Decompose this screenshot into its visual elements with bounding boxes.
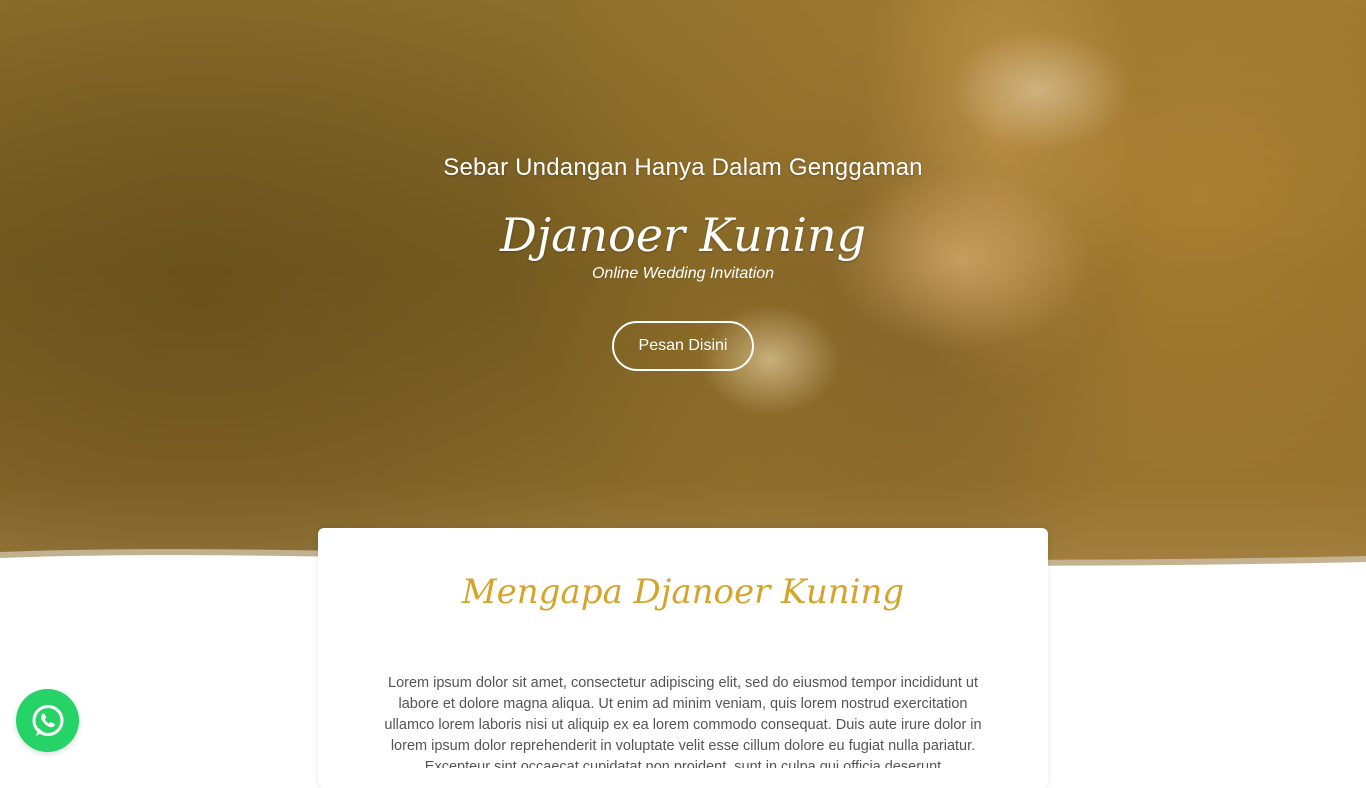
about-title: Mengapa Djanoer Kuning — [461, 572, 905, 612]
hero-section — [0, 0, 1366, 600]
whatsapp-icon — [32, 704, 63, 736]
hero-tagline: Sebar Undangan Hanya Dalam Genggaman — [443, 154, 923, 181]
about-text: Lorem ipsum dolor sit amet, consectetur … — [384, 675, 982, 768]
order-button[interactable]: Pesan Disini — [612, 321, 754, 371]
whatsapp-button[interactable] — [16, 689, 79, 752]
brand-title: Djanoer Kuning — [499, 208, 867, 262]
brand-subtitle: Online Wedding Invitation — [591, 265, 775, 282]
